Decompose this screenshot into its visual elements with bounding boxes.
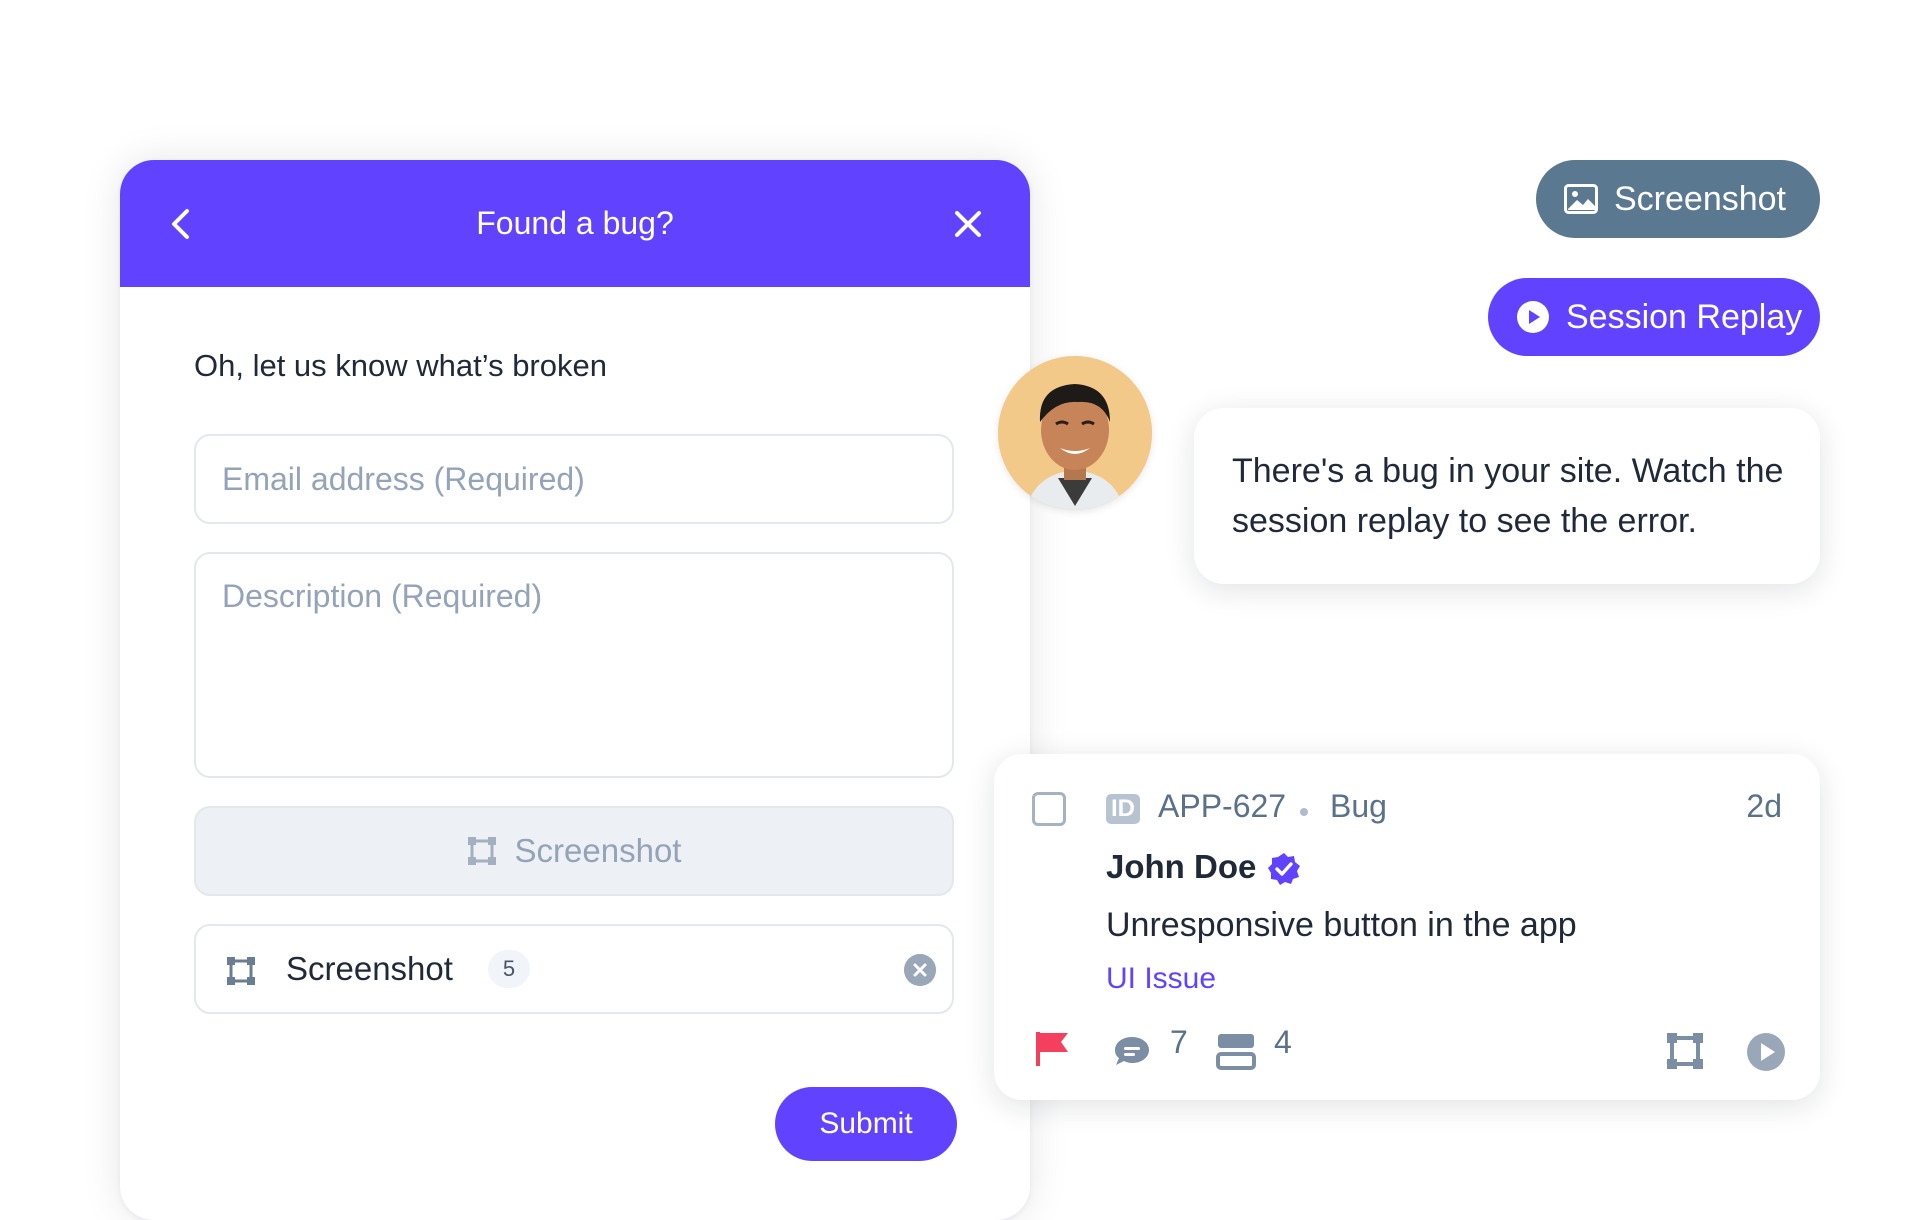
take-screenshot-label: Screenshot [514,832,682,869]
avatar [998,356,1152,510]
stack-icon[interactable] [1216,1032,1256,1070]
widget-title: Found a bug? [476,205,674,241]
session-replay-pill[interactable]: Session Replay [1488,278,1820,356]
bug-report-card[interactable]: ID APP-627 Bug 2d John Doe Unresponsive … [994,754,1820,1100]
comment-count: 7 [1170,1024,1188,1060]
reporter-name: John Doe [1106,848,1257,885]
widget-header: Found a bug? [120,160,1030,287]
id-badge: ID [1106,794,1140,824]
report-type: Bug [1330,788,1387,824]
clear-icon[interactable] [904,954,936,986]
flag-icon[interactable] [1034,1030,1070,1068]
attachment-label: Screenshot [286,950,453,987]
attachment-count-badge: 5 [488,950,530,988]
widget-prompt: Oh, let us know what’s broken [194,348,607,383]
close-icon[interactable] [948,204,988,244]
report-summary: Unresponsive button in the app [1106,906,1577,944]
email-field[interactable] [194,434,954,524]
play-icon [1517,301,1549,333]
description-field[interactable] [194,552,954,778]
report-age: 2d [1746,788,1782,824]
crop-icon[interactable] [1666,1032,1704,1070]
play-icon[interactable] [1746,1032,1786,1072]
chat-message-bubble: There's a bug in your site. Watch the se… [1194,408,1820,584]
report-label-tag[interactable]: UI Issue [1106,962,1216,996]
comment-icon[interactable] [1112,1034,1152,1070]
screenshot-pill-label: Screenshot [1614,179,1786,218]
verified-icon [1268,853,1300,885]
screenshot-pill[interactable]: Screenshot [1536,160,1820,238]
crop-icon [467,837,496,865]
crop-icon [227,957,255,985]
submit-button[interactable]: Submit [775,1087,957,1161]
separator-dot [1300,808,1308,816]
person-portrait [998,356,1152,510]
stack-count: 4 [1274,1024,1292,1060]
take-screenshot-button[interactable]: Screenshot [194,806,954,896]
image-icon [1564,184,1598,214]
session-replay-pill-label: Session Replay [1566,297,1803,336]
bug-report-widget: Found a bug? Oh, let us know what’s brok… [120,160,1030,1220]
select-checkbox[interactable] [1032,792,1066,826]
report-id: APP-627 [1158,788,1287,824]
screenshot-attachment: Screenshot 5 [194,924,954,1014]
